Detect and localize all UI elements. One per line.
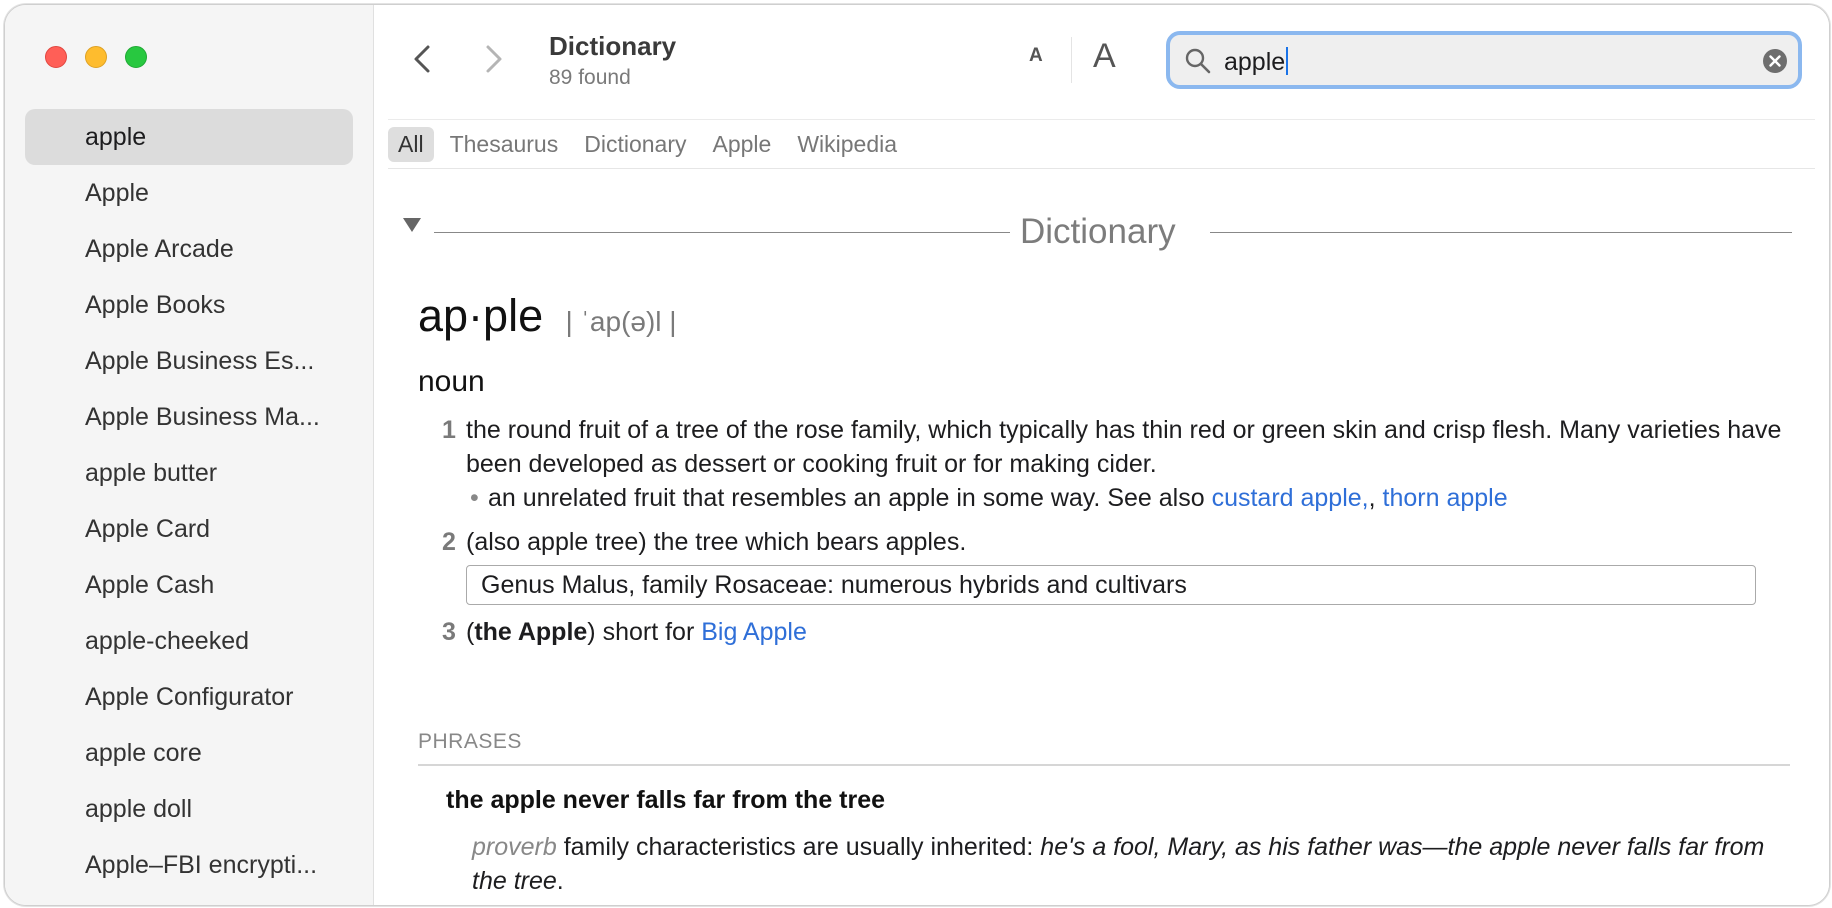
result-item[interactable]: apple doll: [25, 781, 353, 837]
custard-apple-link[interactable]: custard apple,: [1212, 484, 1369, 512]
forward-button[interactable]: [476, 39, 510, 79]
part-of-speech: noun: [418, 365, 485, 398]
definition-text: the round fruit of a tree of the rose fa…: [466, 416, 1782, 478]
phrase-definition-text: family characteristics are usually inher…: [556, 833, 1041, 861]
sidebar: apple Apple Apple Arcade Apple Books App…: [5, 5, 374, 905]
result-item[interactable]: Apple Books: [25, 277, 353, 333]
title-block: Dictionary 89 found: [549, 31, 676, 90]
section-title: Dictionary: [1020, 212, 1176, 251]
section-header: Dictionary: [402, 208, 1802, 251]
source-tabs: All Thesaurus Dictionary Apple Wikipedia: [388, 119, 1815, 169]
search-icon: [1185, 48, 1211, 74]
section-rule-right: [1210, 232, 1792, 233]
definition-2: 2 (also apple tree) the tree which bears…: [442, 525, 1822, 605]
tab-dictionary[interactable]: Dictionary: [574, 127, 696, 162]
definition-number: 1: [442, 416, 456, 444]
definitions: 1 the round fruit of a tree of the rose …: [442, 413, 1822, 659]
result-item[interactable]: apple-cheeked: [25, 613, 353, 669]
pronunciation: | ˈap(ə)l |: [565, 306, 677, 337]
window-controls: [45, 46, 147, 68]
text-caret: [1286, 47, 1289, 75]
taxonomy-note: Genus Malus, family Rosaceae: numerous h…: [466, 565, 1756, 605]
definition-number: 3: [442, 618, 456, 646]
close-window-button[interactable]: [45, 46, 67, 68]
tab-thesaurus[interactable]: Thesaurus: [440, 127, 569, 162]
definition-3: 3 (the Apple) short for Big Apple: [442, 615, 1822, 649]
phrases-divider: [418, 764, 1790, 766]
disclosure-triangle-icon[interactable]: [402, 216, 422, 234]
definition-1: 1 the round fruit of a tree of the rose …: [442, 413, 1822, 515]
window-title: Dictionary: [549, 31, 677, 61]
search-value: apple: [1224, 48, 1286, 76]
back-button[interactable]: [406, 39, 440, 79]
sub-sense: • an unrelated fruit that resembles an ap…: [466, 481, 1822, 515]
zoom-window-button[interactable]: [125, 46, 147, 68]
search-input[interactable]: apple: [1224, 47, 1289, 77]
headword-row: ap·ple | ˈap(ə)l |: [418, 290, 677, 342]
bullet: •: [470, 484, 479, 512]
minimize-window-button[interactable]: [85, 46, 107, 68]
tab-apple[interactable]: Apple: [703, 127, 782, 162]
result-item[interactable]: Apple: [25, 165, 353, 221]
result-item[interactable]: Apple Business Ma...: [25, 389, 353, 445]
results-list: apple Apple Apple Arcade Apple Books App…: [25, 109, 353, 893]
result-item[interactable]: apple butter: [25, 445, 353, 501]
result-item[interactable]: apple: [25, 109, 353, 165]
search-field[interactable]: apple: [1166, 31, 1802, 89]
font-divider: [1071, 37, 1072, 83]
result-item[interactable]: Apple Arcade: [25, 221, 353, 277]
definition-text: ) short for: [587, 618, 702, 646]
phrase-label: proverb: [472, 833, 557, 861]
result-item[interactable]: Apple Business Es...: [25, 333, 353, 389]
toolbar: Dictionary 89 found A A apple: [374, 5, 1829, 111]
phrase-definition: proverb family characteristics are usual…: [472, 830, 1792, 898]
result-item[interactable]: Apple Configurator: [25, 669, 353, 725]
result-item[interactable]: apple core: [25, 725, 353, 781]
back-chevron-icon: [414, 45, 430, 73]
definition-text: (also apple tree) the tree which bears a…: [466, 528, 967, 556]
clear-icon[interactable]: [1762, 48, 1788, 74]
headword: ap·ple: [418, 290, 544, 341]
section-rule-left: [434, 232, 1010, 233]
result-item[interactable]: Apple–FBI encrypti...: [25, 837, 353, 893]
decrease-font-button[interactable]: A: [1029, 45, 1043, 67]
definition-number: 2: [442, 528, 456, 556]
increase-font-button[interactable]: A: [1093, 37, 1116, 76]
link-separator: ,: [1368, 484, 1383, 512]
phrase-title: the apple never falls far from the tree: [446, 786, 886, 814]
tab-wikipedia[interactable]: Wikipedia: [787, 127, 907, 162]
big-apple-link[interactable]: Big Apple: [701, 618, 807, 646]
entry-content: Dictionary ap·ple | ˈap(ə)l | noun 1 the…: [374, 168, 1829, 905]
sub-sense-text: an unrelated fruit that resembles an app…: [488, 484, 1212, 512]
phrases-heading: PHRASES: [418, 730, 522, 753]
phrase-end: .: [556, 867, 564, 895]
result-item[interactable]: Apple Cash: [25, 557, 353, 613]
result-item[interactable]: Apple Card: [25, 501, 353, 557]
variant-form: the Apple: [474, 618, 588, 646]
dictionary-window: apple Apple Apple Arcade Apple Books App…: [4, 4, 1830, 906]
main-pane: Dictionary 89 found A A apple All Thesau…: [374, 5, 1829, 905]
thorn-apple-link[interactable]: thorn apple: [1383, 484, 1508, 512]
results-count: 89 found: [549, 66, 631, 89]
forward-chevron-icon: [486, 45, 502, 73]
tab-all[interactable]: All: [388, 127, 434, 162]
